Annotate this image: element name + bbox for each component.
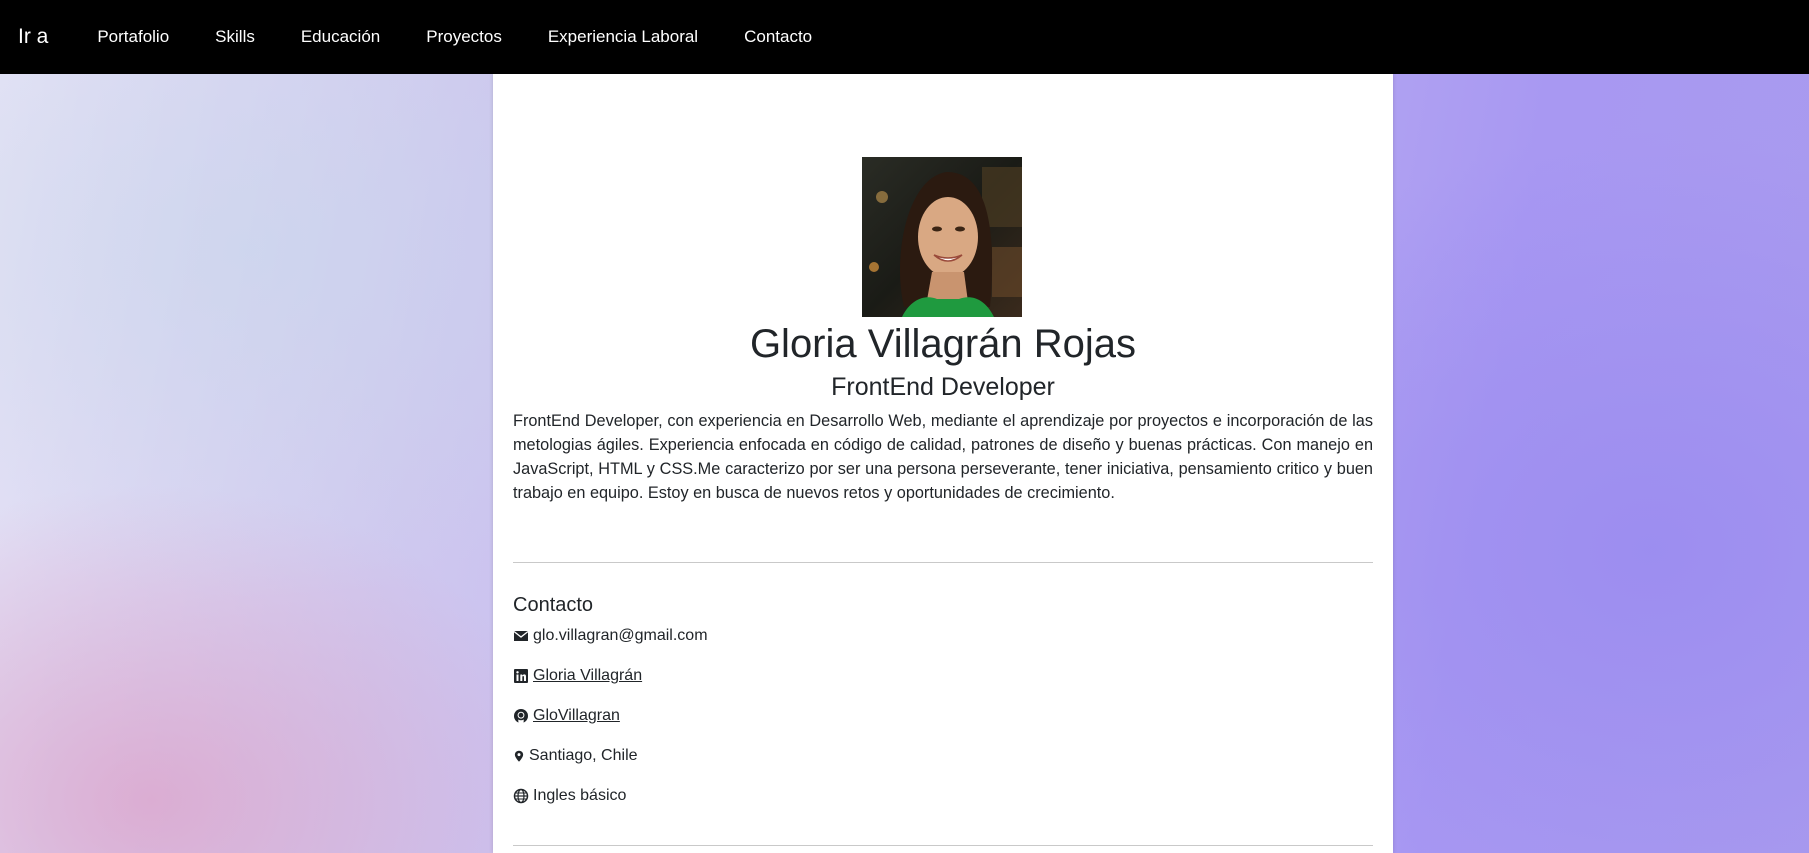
email-text: glo.villagran@gmail.com [533, 627, 708, 644]
contact-language: Ingles básico [513, 785, 626, 807]
globe-icon [513, 788, 529, 804]
location-text: Santiago, Chile [529, 747, 638, 764]
navbar-brand[interactable]: Ir a [18, 25, 48, 49]
nav-link-portafolio[interactable]: Portafolio [97, 27, 169, 47]
profile-name: Gloria Villagrán Rojas [749, 322, 1137, 366]
contact-github: GloVillagran [513, 705, 620, 727]
profile-photo [862, 157, 1022, 317]
nav-link-proyectos[interactable]: Proyectos [426, 27, 502, 47]
language-text: Ingles básico [533, 787, 627, 804]
envelope-icon [513, 630, 529, 641]
contact-email: glo.villagran@gmail.com [513, 625, 708, 647]
nav-link-experiencia-laboral[interactable]: Experiencia Laboral [548, 27, 698, 47]
profile-card: Gloria Villagrán Rojas FrontEnd Develope… [493, 74, 1393, 853]
contact-heading: Contacto [513, 594, 594, 616]
top-navbar: Ir a Portafolio Skills Educación Proyect… [0, 0, 1809, 74]
contact-linkedin: Gloria Villagrán [513, 665, 642, 687]
profile-bio: FrontEnd Developer, con experiencia en D… [513, 412, 1373, 502]
nav-link-skills[interactable]: Skills [215, 27, 255, 47]
nav-link-educacion[interactable]: Educación [301, 27, 380, 47]
nav-link-contacto[interactable]: Contacto [744, 27, 812, 47]
github-link[interactable]: GloVillagran [533, 705, 620, 727]
contact-location: Santiago, Chile [513, 745, 638, 767]
linkedin-icon [514, 669, 528, 683]
profile-role: FrontEnd Developer [831, 373, 1055, 401]
linkedin-link[interactable]: Gloria Villagrán [533, 665, 642, 687]
section-divider-bottom [513, 845, 1373, 846]
github-icon [514, 709, 528, 723]
map-marker-icon [514, 750, 524, 762]
section-divider [513, 562, 1373, 563]
